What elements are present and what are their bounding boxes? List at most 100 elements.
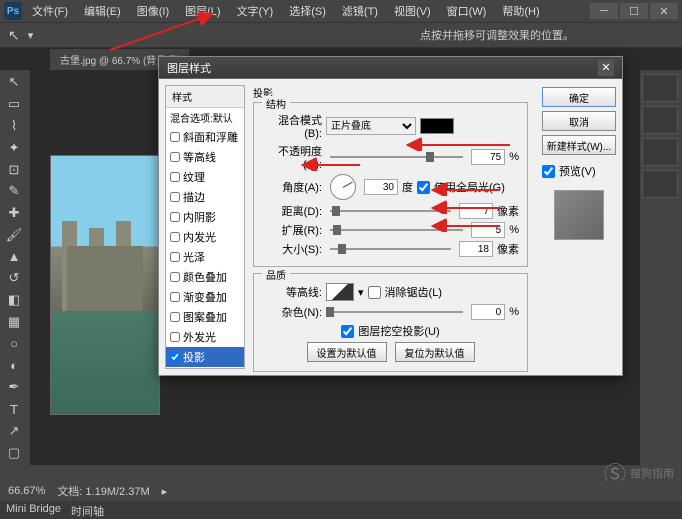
menu-layer[interactable]: 图层(L): [179, 1, 226, 21]
opacity-input[interactable]: [471, 149, 505, 165]
eraser-tool[interactable]: ◧: [2, 290, 26, 311]
stamp-tool[interactable]: ▲: [2, 246, 26, 267]
set-default-button[interactable]: 设置为默认值: [307, 342, 387, 362]
spread-label: 扩展(R):: [262, 222, 322, 238]
options-bar: ↖ ▾ 点按并拖移可调整效果的位置。: [0, 22, 682, 48]
gradient-tool[interactable]: ▦: [2, 312, 26, 333]
zoom-level[interactable]: 66.67%: [8, 485, 45, 497]
style-item-inner-glow[interactable]: 内发光: [166, 227, 244, 247]
marquee-tool[interactable]: ▭: [2, 94, 26, 115]
style-item-drop-shadow[interactable]: 投影: [166, 347, 244, 367]
close-button[interactable]: ✕: [650, 3, 678, 19]
wand-tool[interactable]: ✦: [2, 137, 26, 158]
spread-unit: %: [509, 224, 519, 236]
cancel-button[interactable]: 取消: [542, 111, 616, 131]
dialog-title: 图层样式: [167, 60, 211, 76]
style-item-inner-shadow[interactable]: 内阴影: [166, 207, 244, 227]
dialog-close-button[interactable]: ✕: [598, 60, 614, 76]
style-item-satin[interactable]: 光泽: [166, 247, 244, 267]
history-brush-tool[interactable]: ↺: [2, 268, 26, 289]
spread-slider[interactable]: [330, 229, 463, 231]
crop-tool[interactable]: ⊡: [2, 159, 26, 180]
toolbox: ↖ ▭ ⌇ ✦ ⊡ ✎ ✚ 🖌 ▲ ↺ ◧ ▦ ○ ◐ ✒ T ↗ ▢: [0, 70, 30, 465]
reset-default-button[interactable]: 复位为默认值: [395, 342, 475, 362]
style-checkbox[interactable]: [170, 272, 180, 282]
style-checkbox[interactable]: [170, 352, 180, 362]
lasso-tool[interactable]: ⌇: [2, 116, 26, 137]
style-item-color-overlay[interactable]: 颜色叠加: [166, 267, 244, 287]
opacity-slider[interactable]: [330, 156, 463, 158]
blend-options-item[interactable]: 混合选项:默认: [166, 108, 244, 127]
style-checkbox[interactable]: [170, 312, 180, 322]
color-panel-icon[interactable]: [642, 74, 678, 102]
style-checkbox[interactable]: [170, 232, 180, 242]
style-checkbox[interactable]: [170, 152, 180, 162]
style-item-bevel[interactable]: 斜面和浮雕: [166, 127, 244, 147]
ok-button[interactable]: 确定: [542, 87, 616, 107]
layers-panel-icon[interactable]: [642, 170, 678, 198]
spread-input[interactable]: [471, 222, 505, 238]
path-tool[interactable]: ↗: [2, 421, 26, 442]
style-checkbox[interactable]: [170, 252, 180, 262]
size-slider[interactable]: [330, 248, 451, 250]
style-item-gradient-overlay[interactable]: 渐变叠加: [166, 287, 244, 307]
distance-unit: 像素: [497, 203, 519, 219]
minimize-button[interactable]: ─: [590, 3, 618, 19]
chevron-right-icon[interactable]: ▸: [162, 485, 168, 498]
style-checkbox[interactable]: [170, 292, 180, 302]
menu-type[interactable]: 文字(Y): [231, 1, 280, 21]
menu-image[interactable]: 图像(I): [131, 1, 175, 21]
brush-tool[interactable]: 🖌: [2, 224, 26, 245]
distance-slider[interactable]: [330, 210, 451, 212]
styles-header[interactable]: 样式: [166, 86, 244, 108]
maximize-button[interactable]: ☐: [620, 3, 648, 19]
shape-tool[interactable]: ▢: [2, 442, 26, 463]
shadow-color-swatch[interactable]: [420, 118, 454, 134]
style-checkbox[interactable]: [170, 172, 180, 182]
chevron-down-icon[interactable]: ▾: [358, 286, 364, 299]
type-tool[interactable]: T: [2, 399, 26, 420]
style-checkbox[interactable]: [170, 192, 180, 202]
menu-select[interactable]: 选择(S): [283, 1, 332, 21]
noise-slider[interactable]: [330, 311, 463, 313]
blur-tool[interactable]: ○: [2, 333, 26, 354]
pen-tool[interactable]: ✒: [2, 377, 26, 398]
heal-tool[interactable]: ✚: [2, 203, 26, 224]
mini-bridge-tab[interactable]: Mini Bridge: [6, 503, 61, 517]
move-tool[interactable]: ↖: [2, 72, 26, 93]
menu-window[interactable]: 窗口(W): [441, 1, 493, 21]
menu-help[interactable]: 帮助(H): [496, 1, 545, 21]
style-checkbox[interactable]: [170, 132, 180, 142]
menu-edit[interactable]: 编辑(E): [78, 1, 127, 21]
document-canvas[interactable]: [50, 155, 160, 415]
knockout-checkbox[interactable]: [341, 325, 354, 338]
chevron-down-icon[interactable]: ▾: [28, 29, 34, 42]
menu-view[interactable]: 视图(V): [388, 1, 437, 21]
menu-file[interactable]: 文件(F): [26, 1, 74, 21]
adjustments-panel-icon[interactable]: [642, 138, 678, 166]
distance-input[interactable]: [459, 203, 493, 219]
style-item-texture[interactable]: 纹理: [166, 167, 244, 187]
preview-checkbox[interactable]: [542, 165, 555, 178]
menu-filter[interactable]: 滤镜(T): [336, 1, 384, 21]
global-light-checkbox[interactable]: [417, 181, 430, 194]
style-checkbox[interactable]: [170, 212, 180, 222]
dodge-tool[interactable]: ◐: [2, 355, 26, 376]
timeline-tab[interactable]: 时间轴: [71, 503, 104, 517]
blend-mode-select[interactable]: 正片叠底: [326, 117, 416, 135]
swatches-panel-icon[interactable]: [642, 106, 678, 134]
style-item-pattern-overlay[interactable]: 图案叠加: [166, 307, 244, 327]
style-checkbox[interactable]: [170, 332, 180, 342]
style-item-contour[interactable]: 等高线: [166, 147, 244, 167]
size-input[interactable]: [459, 241, 493, 257]
angle-dial[interactable]: [330, 174, 356, 200]
eyedropper-tool[interactable]: ✎: [2, 181, 26, 202]
style-item-stroke[interactable]: 描边: [166, 187, 244, 207]
new-style-button[interactable]: 新建样式(W)...: [542, 135, 616, 155]
angle-input[interactable]: [364, 179, 398, 195]
antialias-checkbox[interactable]: [368, 286, 381, 299]
style-item-outer-glow[interactable]: 外发光: [166, 327, 244, 347]
contour-picker[interactable]: [326, 283, 354, 301]
noise-input[interactable]: [471, 304, 505, 320]
doc-size: 文档: 1.19M/2.37M: [57, 483, 149, 499]
